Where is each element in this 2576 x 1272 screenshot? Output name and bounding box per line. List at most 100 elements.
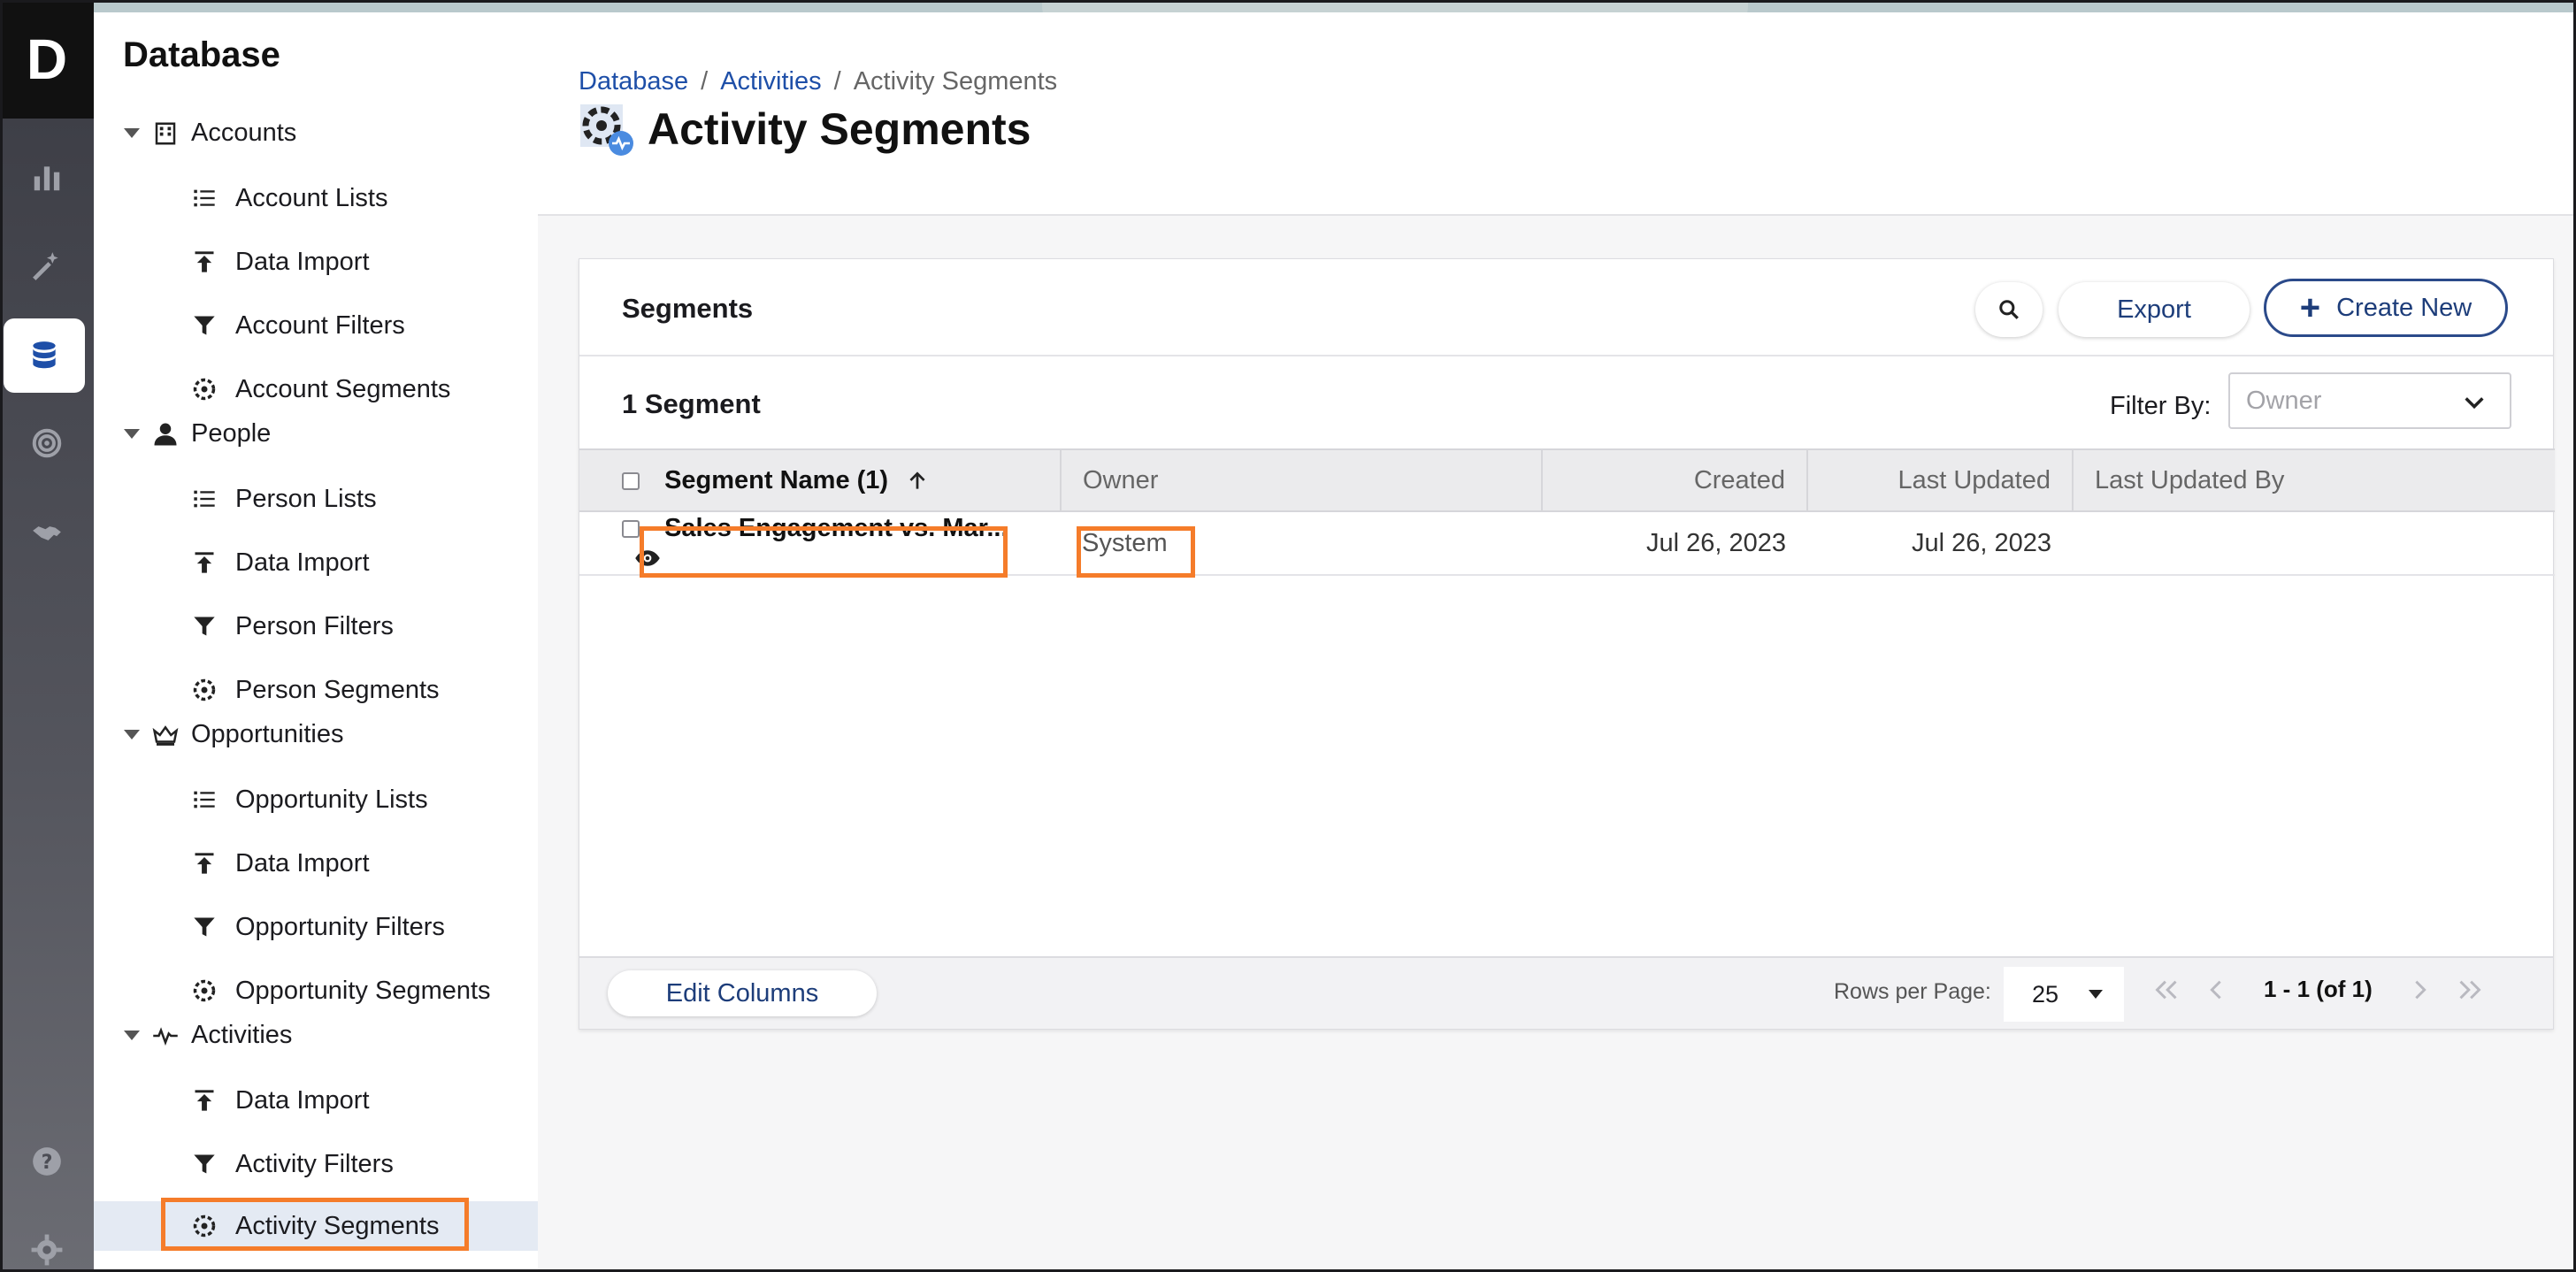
filter-icon: [191, 312, 218, 339]
breadcrumb-database[interactable]: Database: [579, 67, 688, 96]
sidebar-item-account-filters[interactable]: Account Filters: [191, 301, 405, 350]
breadcrumb-activities[interactable]: Activities: [720, 67, 821, 96]
upload-icon: [191, 850, 218, 877]
sidebar-item-label: Account Filters: [235, 310, 405, 340]
database-icon[interactable]: [4, 318, 85, 393]
next-page-icon[interactable]: [2410, 977, 2431, 1002]
settings-icon[interactable]: [14, 1217, 80, 1272]
app-logo[interactable]: D: [0, 0, 94, 119]
filter-label: Filter By:: [2110, 392, 2212, 420]
column-last-updated-by[interactable]: Last Updated By: [2073, 448, 2555, 512]
sidebar-item-person-filters[interactable]: Person Filters: [191, 602, 394, 651]
nav-group-accounts[interactable]: Accounts: [124, 119, 296, 148]
upload-icon: [191, 549, 218, 576]
sidebar-item-label: Opportunity Segments: [235, 976, 491, 1005]
search-button[interactable]: [1975, 282, 2043, 337]
main-content: Database / Activities / Activity Segment…: [538, 12, 2576, 1272]
person-icon: [154, 423, 177, 445]
highlight-box: [161, 1198, 469, 1251]
column-owner[interactable]: Owner: [1061, 448, 1543, 512]
sidebar-item-activity-filters[interactable]: Activity Filters: [191, 1139, 394, 1189]
target-icon[interactable]: [14, 410, 80, 476]
sidebar-item-person-segments[interactable]: Person Segments: [191, 665, 440, 715]
sidebar-item-account-lists[interactable]: Account Lists: [191, 173, 387, 223]
sidebar-item-account-segments[interactable]: Account Segments: [191, 364, 450, 414]
breadcrumb-separator: /: [701, 67, 709, 96]
sidebar-item-activity-data-import[interactable]: Data Import: [191, 1076, 370, 1125]
card-header: Segments Export + Create New: [579, 259, 2553, 356]
page-title: Activity Segments: [648, 104, 1031, 154]
nav-group-label: Opportunities: [191, 720, 344, 748]
column-label: Segment Name (1): [664, 465, 889, 494]
select-all-checkbox[interactable]: [622, 471, 640, 490]
magic-wand-icon[interactable]: [14, 234, 80, 299]
database-sidebar: Database Accounts Account Lists Data Imp…: [94, 12, 538, 1272]
help-icon[interactable]: ?: [14, 1129, 80, 1194]
first-page-icon[interactable]: [2150, 977, 2182, 1002]
rows-per-page-value: 25: [2032, 980, 2059, 1008]
sidebar-item-label: Opportunity Filters: [235, 912, 445, 941]
export-button[interactable]: Export: [2058, 282, 2250, 337]
chevron-down-icon: [2465, 397, 2484, 410]
last-updated-cell: Jul 26, 2023: [1807, 511, 2073, 576]
sort-ascending-icon[interactable]: [906, 470, 929, 493]
segments-card: Segments Export + Create New 1 Segment F…: [579, 258, 2555, 1030]
sidebar-item-label: Person Lists: [235, 484, 377, 513]
nav-group-label: Activities: [191, 1021, 293, 1049]
segments-icon: [191, 677, 218, 703]
sidebar-item-label: Account Lists: [235, 183, 388, 212]
list-icon: [191, 486, 218, 512]
upload-icon: [191, 249, 218, 275]
icon-rail: D ?: [0, 0, 94, 1272]
page-header: Database / Activities / Activity Segment…: [538, 12, 2576, 216]
nav-group-opportunities[interactable]: Opportunities: [124, 720, 344, 749]
filter-icon: [191, 1151, 218, 1177]
sidebar-item-opportunity-lists[interactable]: Opportunity Lists: [191, 775, 428, 824]
breadcrumb-current: Activity Segments: [853, 67, 1058, 96]
sidebar-item-label: Data Import: [235, 848, 370, 877]
previous-page-icon[interactable]: [2205, 977, 2227, 1002]
edit-columns-button[interactable]: Edit Columns: [608, 970, 877, 1016]
sidebar-item-opportunity-filters[interactable]: Opportunity Filters: [191, 902, 445, 952]
svg-text:?: ?: [42, 1151, 53, 1174]
building-icon: [155, 122, 176, 144]
sidebar-item-person-lists[interactable]: Person Lists: [191, 474, 377, 524]
nav-group-people[interactable]: People: [124, 419, 271, 448]
rows-per-page-select[interactable]: 25: [2004, 967, 2124, 1022]
list-icon: [191, 786, 218, 813]
create-new-button[interactable]: + Create New: [2264, 279, 2508, 337]
column-last-updated[interactable]: Last Updated: [1807, 448, 2074, 512]
table-header-row: Segment Name (1) Owner Created Last Upda…: [579, 448, 2555, 512]
breadcrumb: Database / Activities / Activity Segment…: [579, 67, 1057, 96]
sidebar-item-label: Person Segments: [235, 675, 440, 704]
sidebar-title: Database: [123, 35, 280, 74]
caret-down-icon: [124, 128, 140, 138]
segment-count: 1 Segment: [622, 388, 761, 419]
sidebar-item-account-data-import[interactable]: Data Import: [191, 237, 370, 287]
row-checkbox[interactable]: [622, 520, 640, 539]
filter-icon: [191, 914, 218, 940]
segments-icon: [191, 376, 218, 402]
sidebar-item-person-data-import[interactable]: Data Import: [191, 538, 370, 587]
sidebar-item-label: Activity Filters: [235, 1149, 394, 1178]
filter-icon: [191, 613, 218, 640]
sidebar-item-opportunity-data-import[interactable]: Data Import: [191, 839, 370, 888]
analytics-icon[interactable]: [14, 145, 80, 211]
caret-down-icon: [2089, 990, 2104, 999]
column-segment-name[interactable]: Segment Name (1): [579, 448, 1062, 512]
owner-filter-select[interactable]: Owner: [2228, 372, 2511, 429]
caret-down-icon: [124, 429, 140, 439]
rows-per-page-label: Rows per Page:: [1834, 979, 1991, 1004]
nav-group-activities[interactable]: Activities: [124, 1021, 292, 1050]
search-icon: [1999, 300, 2019, 319]
page-title-row: Activity Segments: [579, 101, 1031, 157]
nav-group-label: People: [191, 419, 272, 448]
caret-down-icon: [124, 1031, 140, 1040]
created-cell: Jul 26, 2023: [1542, 511, 1807, 576]
upload-icon: [191, 1087, 218, 1114]
column-created[interactable]: Created: [1542, 448, 1808, 512]
last-page-icon[interactable]: [2454, 977, 2486, 1002]
highlight-box: [640, 526, 1008, 578]
handshake-icon[interactable]: [14, 501, 80, 566]
sidebar-item-opportunity-segments[interactable]: Opportunity Segments: [191, 966, 491, 1015]
